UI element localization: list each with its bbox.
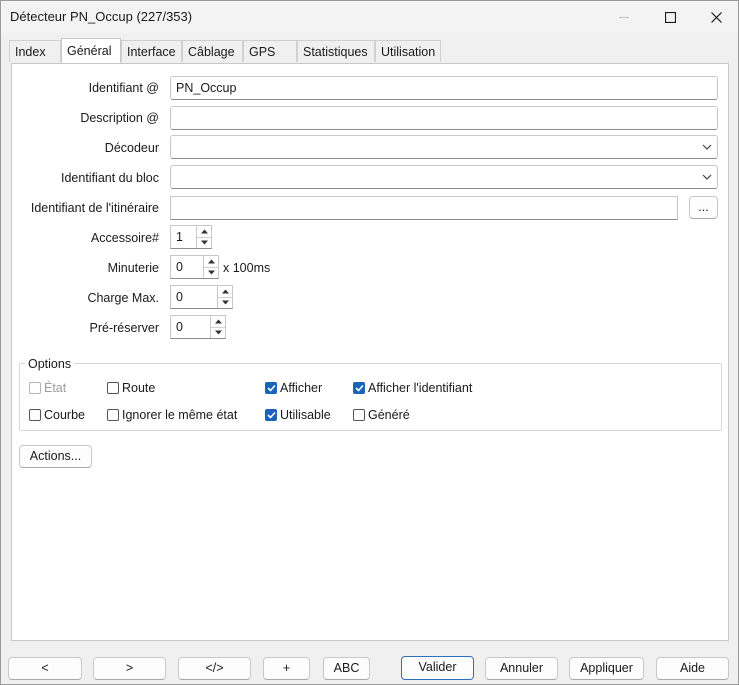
decodeur-select[interactable] xyxy=(170,135,718,159)
close-icon xyxy=(710,11,722,23)
charge-spinner[interactable]: 0 xyxy=(170,285,233,309)
previous-button[interactable]: < xyxy=(8,657,82,680)
accessoire-spinner[interactable]: 1 xyxy=(170,225,212,249)
decrement-button[interactable] xyxy=(204,267,218,278)
decrement-button[interactable] xyxy=(211,327,225,338)
chevron-down-icon xyxy=(702,144,712,150)
minimize-icon xyxy=(618,16,629,18)
arrow-down-icon xyxy=(207,270,215,275)
minuterie-arrows xyxy=(203,256,218,278)
annuler-button[interactable]: Annuler xyxy=(485,657,558,680)
prereserver-value: 0 xyxy=(176,320,183,334)
minuterie-value: 0 xyxy=(176,260,183,274)
prereserver-spinner[interactable]: 0 xyxy=(170,315,226,339)
itineraire-browse-button[interactable]: ... xyxy=(689,196,718,219)
checkbox-afficher[interactable]: Afficher xyxy=(265,381,322,395)
tab-statistiques[interactable]: Statistiques xyxy=(297,40,375,62)
checkbox-box xyxy=(107,409,119,421)
tab-interface[interactable]: Interface xyxy=(121,40,182,62)
prereserver-label: Pré-réserver xyxy=(89,321,159,335)
checkbox-genere[interactable]: Généré xyxy=(353,408,410,422)
checkbox-label: Généré xyxy=(368,408,410,422)
bloc-select[interactable] xyxy=(170,165,718,189)
checkbox-label: Utilisable xyxy=(280,408,331,422)
tab-cablage[interactable]: Câblage xyxy=(182,40,243,62)
abc-button[interactable]: ABC xyxy=(323,657,370,680)
arrow-up-icon xyxy=(221,289,229,294)
checkmark-icon xyxy=(265,409,277,421)
window-title: Détecteur PN_Occup (227/353) xyxy=(10,9,193,24)
identifiant-label: Identifiant @ xyxy=(88,81,159,95)
add-button[interactable]: + xyxy=(263,657,310,680)
checkbox-afficher-identifiant[interactable]: Afficher l'identifiant xyxy=(353,381,472,395)
tab-index[interactable]: Index xyxy=(9,40,61,62)
accessoire-value: 1 xyxy=(176,230,183,244)
valider-button[interactable]: Valider xyxy=(401,656,474,680)
checkbox-utilisable[interactable]: Utilisable xyxy=(265,408,331,422)
close-button[interactable] xyxy=(693,1,739,33)
minimize-button[interactable] xyxy=(601,1,647,33)
aide-button[interactable]: Aide xyxy=(656,657,729,680)
description-label: Description @ xyxy=(80,111,159,125)
checkbox-label: Afficher xyxy=(280,381,323,395)
decrement-button[interactable] xyxy=(197,237,211,248)
decodeur-label: Décodeur xyxy=(104,141,159,155)
tab-bar: Index Général Interface Câblage GPS Stat… xyxy=(1,38,738,63)
tab-general[interactable]: Général xyxy=(61,38,121,63)
arrow-down-icon xyxy=(221,300,229,305)
arrow-up-icon xyxy=(214,319,222,324)
accessoire-arrows xyxy=(196,226,211,248)
title-bar: Détecteur PN_Occup (227/353) xyxy=(1,1,738,33)
prereserver-arrows xyxy=(210,316,225,338)
checkbox-label: État xyxy=(44,381,67,395)
checkbox-box xyxy=(29,409,41,421)
next-button[interactable]: > xyxy=(93,657,166,680)
actions-button[interactable]: Actions... xyxy=(19,445,92,468)
decrement-button[interactable] xyxy=(218,297,232,308)
charge-value: 0 xyxy=(176,290,183,304)
checkbox-label: Ignorer le même état xyxy=(122,408,238,422)
tab-gps[interactable]: GPS xyxy=(243,40,297,62)
charge-label: Charge Max. xyxy=(87,291,159,305)
dialog-window: Détecteur PN_Occup (227/353) Index Génér… xyxy=(0,0,739,685)
checkbox-box xyxy=(353,409,365,421)
arrow-down-icon xyxy=(200,240,208,245)
checkbox-label: Courbe xyxy=(44,408,85,422)
itineraire-input[interactable] xyxy=(170,196,678,220)
tab-utilisation[interactable]: Utilisation xyxy=(375,40,441,62)
xml-button[interactable]: </> xyxy=(178,657,251,680)
arrow-up-icon xyxy=(200,229,208,234)
options-title: Options xyxy=(25,357,75,371)
checkbox-route[interactable]: Route xyxy=(107,381,155,395)
arrow-up-icon xyxy=(207,259,215,264)
checkmark-icon xyxy=(265,382,277,394)
arrow-down-icon xyxy=(214,330,222,335)
maximize-button[interactable] xyxy=(647,1,693,33)
identifiant-input[interactable]: PN_Occup xyxy=(170,76,718,100)
minuterie-label: Minuterie xyxy=(107,261,159,275)
description-input[interactable] xyxy=(170,106,718,130)
charge-arrows xyxy=(217,286,232,308)
maximize-icon xyxy=(664,11,676,23)
checkbox-box xyxy=(107,382,119,394)
checkmark-icon xyxy=(353,382,365,394)
checkbox-etat: État xyxy=(29,381,66,395)
checkbox-box xyxy=(29,382,41,394)
checkbox-courbe[interactable]: Courbe xyxy=(29,408,85,422)
minuterie-unit: x 100ms xyxy=(223,261,271,275)
minuterie-spinner[interactable]: 0 xyxy=(170,255,219,279)
accessoire-label: Accessoire# xyxy=(90,231,159,245)
checkbox-label: Route xyxy=(122,381,156,395)
appliquer-button[interactable]: Appliquer xyxy=(569,657,644,680)
itineraire-label: Identifiant de l'itinéraire xyxy=(30,201,159,215)
chevron-down-icon xyxy=(702,174,712,180)
checkbox-label: Afficher l'identifiant xyxy=(368,381,473,395)
checkbox-ignorer-meme-etat[interactable]: Ignorer le même état xyxy=(107,408,237,422)
bloc-label: Identifiant du bloc xyxy=(61,171,159,185)
